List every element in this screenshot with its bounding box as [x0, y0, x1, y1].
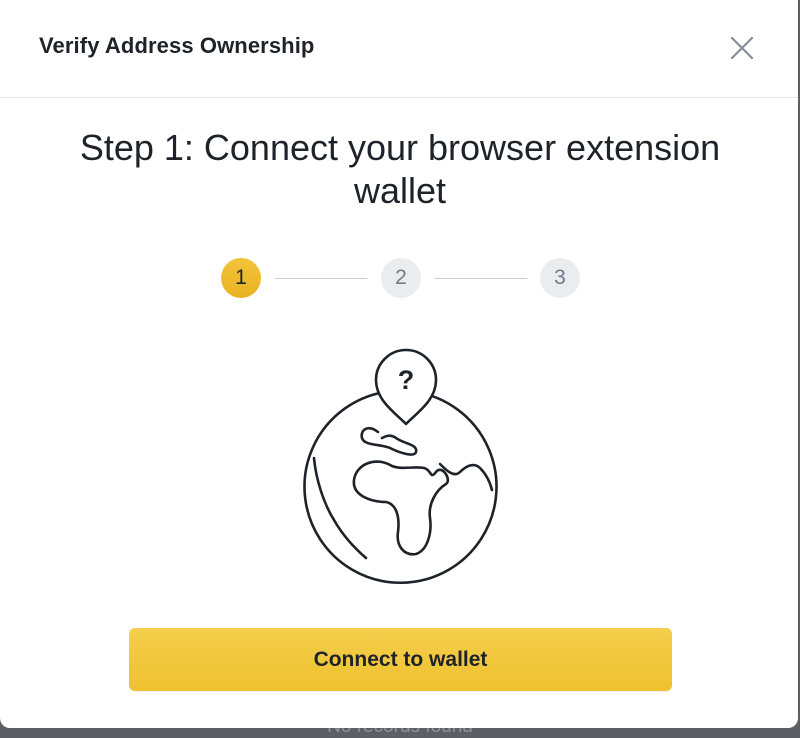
pin-question-mark: ?: [397, 365, 415, 395]
dialog-title: Verify Address Ownership: [39, 33, 315, 58]
close-icon: [730, 36, 754, 60]
dialog-header: Verify Address Ownership: [0, 0, 798, 98]
step-indicator-2: 2: [381, 258, 421, 298]
close-button[interactable]: [726, 32, 758, 64]
step-indicator-3: 3: [540, 258, 580, 298]
connect-wallet-button[interactable]: Connect to wallet: [129, 628, 672, 691]
stepper: 1 2 3: [221, 258, 581, 298]
verify-address-dialog: Verify Address Ownership Step 1: Connect…: [0, 0, 798, 728]
step-connector-1: [275, 278, 367, 279]
globe-illustration: ?: [290, 340, 510, 585]
step-connector-2: [434, 278, 527, 279]
step-heading: Step 1: Connect your browser extension w…: [79, 127, 721, 211]
step-indicator-1: 1: [221, 258, 261, 298]
